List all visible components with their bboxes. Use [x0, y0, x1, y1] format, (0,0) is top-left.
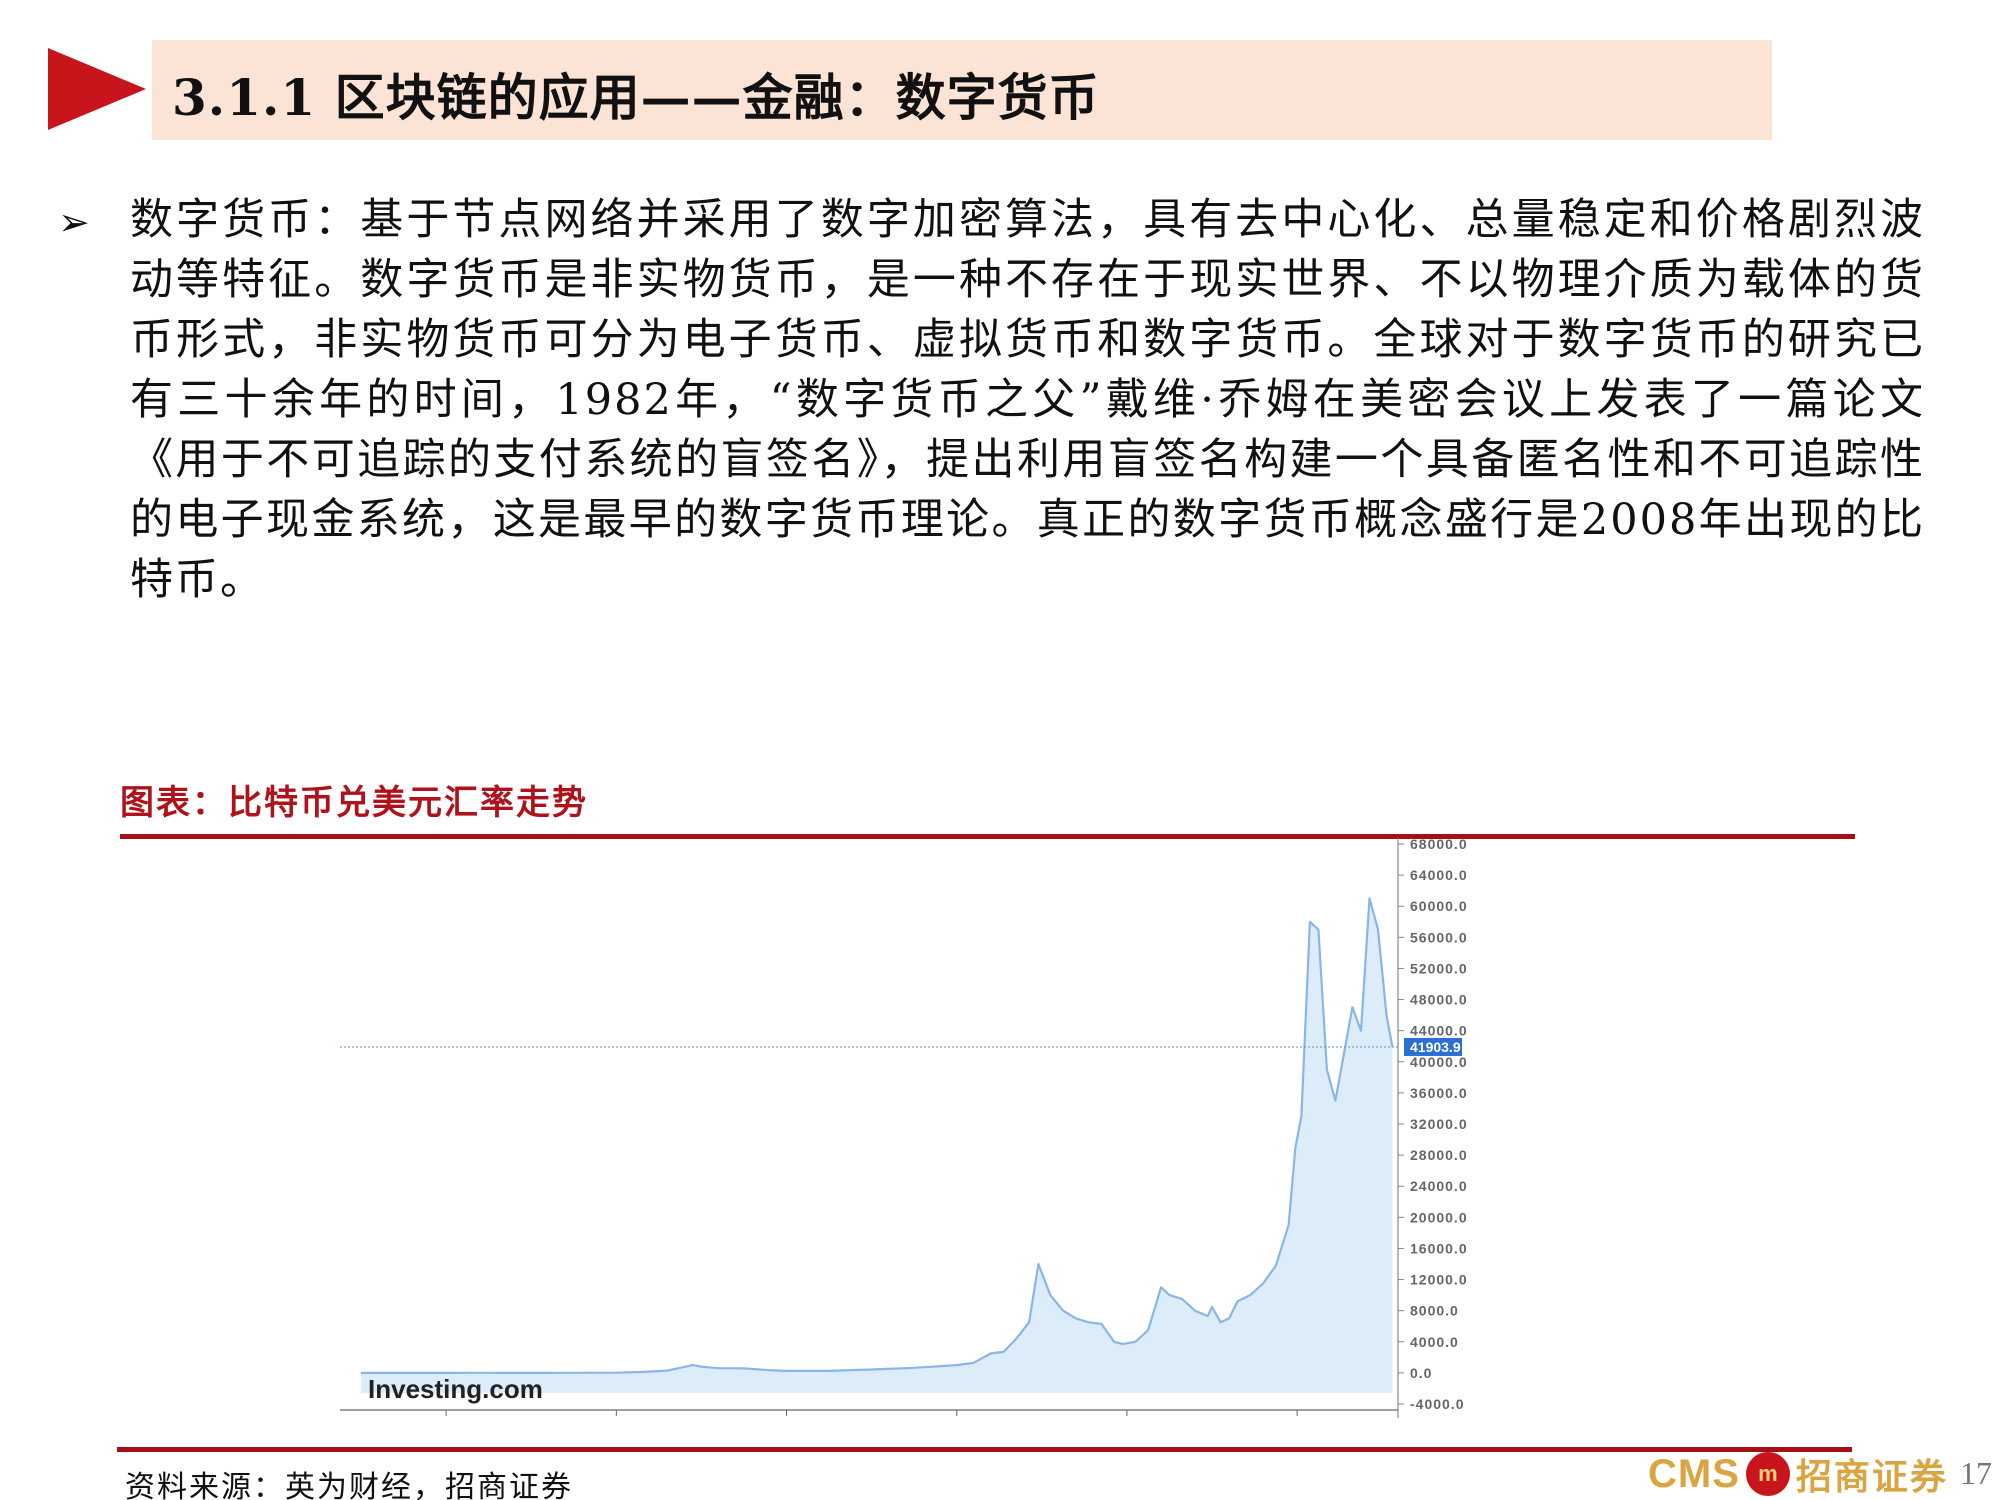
body-paragraph: 数字货币：基于节点网络并采用了数字加密算法，具有去中心化、总量稳定和价格剧烈波动… [130, 195, 1925, 605]
y-tick-label: 44000.0 [1410, 1023, 1468, 1039]
logo-cn-text: 招商证券 [1795, 1456, 1948, 1498]
y-tick-label: 52000.0 [1410, 960, 1468, 976]
y-tick-label: 16000.0 [1410, 1240, 1468, 1256]
x-tick-label: 2013 [599, 1419, 634, 1420]
logo-emblem-icon: m [1745, 1452, 1790, 1496]
figure-bottom-rule [117, 1447, 1852, 1452]
y-tick-label: 4000.0 [1410, 1334, 1459, 1350]
bullet-arrow-icon: ➢ [58, 200, 90, 244]
y-tick-label: 48000.0 [1410, 992, 1468, 1008]
x-tick-label: 2017 [939, 1419, 974, 1420]
y-tick-label: -4000.0 [1410, 1396, 1464, 1412]
source-note: 资料来源：英为财经，招商证券 [125, 1470, 573, 1500]
cms-logo: CMS m 招商证券 [1648, 1451, 1948, 1499]
y-tick-label: 0.0 [1410, 1365, 1432, 1381]
y-tick-label: 60000.0 [1410, 898, 1468, 914]
investing-watermark: Investing.com [368, 1374, 543, 1404]
x-tick-label: 2019 [1109, 1419, 1144, 1420]
page-title: 3.1.1 区块链的应用——金融：数字货币 [172, 68, 1100, 127]
y-tick-label: 36000.0 [1410, 1085, 1468, 1101]
y-tick-label: 68000.0 [1410, 838, 1468, 852]
y-tick-label: 12000.0 [1410, 1272, 1468, 1288]
y-tick-label: 24000.0 [1410, 1178, 1468, 1194]
y-tick-label: 40000.0 [1410, 1054, 1468, 1070]
page-number: 17 [1960, 1455, 1992, 1491]
title-arrow-icon [48, 48, 146, 130]
x-tick-label: 2011 [429, 1419, 463, 1420]
x-tick-label: 2021 [1280, 1419, 1315, 1420]
current-price-label: 41903.9 [1410, 1039, 1461, 1055]
figure-title: 图表：比特币兑美元汇率走势 [120, 783, 588, 823]
y-tick-label: 20000.0 [1410, 1209, 1468, 1225]
y-tick-label: 8000.0 [1410, 1303, 1459, 1319]
y-tick-label: 64000.0 [1410, 867, 1468, 883]
logo-cms-text: CMS [1648, 1451, 1740, 1496]
y-tick-label: 28000.0 [1410, 1147, 1468, 1163]
y-tick-label: 32000.0 [1410, 1116, 1468, 1132]
x-tick-label: 2015 [769, 1419, 804, 1420]
bitcoin-usd-chart: 68000.0 64000.0 60000.0 56000.0 52000.0 48000… [340, 838, 1468, 1420]
y-tick-label: 56000.0 [1410, 929, 1468, 945]
price-series-line [361, 897, 1394, 1374]
price-area-fill [361, 898, 1393, 1393]
